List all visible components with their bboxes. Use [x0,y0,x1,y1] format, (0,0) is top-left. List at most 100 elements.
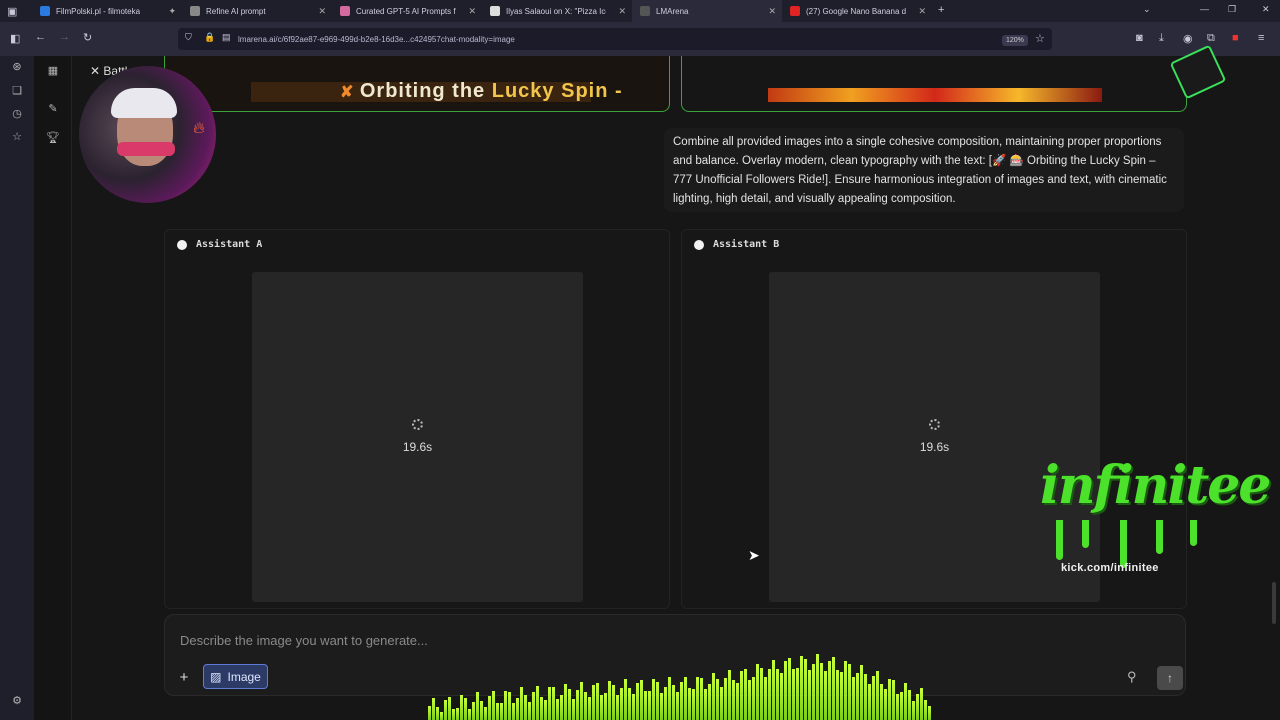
visualizer-bar [804,659,807,720]
mouse-cursor-icon: ➤ [748,547,760,563]
tab-close-icon[interactable]: ✕ [918,6,926,17]
browser-tab-6[interactable]: (27) Google Nano Banana do Fi ✕ [782,0,932,22]
reload-icon[interactable]: ↻ [83,31,92,44]
previous-title-plain: Orbiting the [359,80,486,102]
visualizer-bar [456,707,459,720]
bookmark-star-icon[interactable]: ☆ [1035,32,1045,45]
settings-gear-icon[interactable]: ⚙ [7,694,27,707]
visualizer-bar [856,673,859,720]
lock-icon[interactable]: 🔒 [204,32,215,43]
battle-x-icon: ✕ [90,64,104,78]
tab-close-icon[interactable]: ✕ [618,6,626,17]
visualizer-bar [808,669,811,720]
browser-tab-3[interactable]: Curated GPT-5 AI Prompts for S ✕ [332,0,482,22]
visualizer-bar [484,707,487,720]
browser-tab-5[interactable]: LMArena ✕ [632,0,782,22]
visualizer-bar [544,699,547,720]
maximize-icon[interactable]: ❐ [1228,4,1236,15]
visualizer-bar [812,663,815,720]
menu-icon[interactable]: ≡ [1258,32,1264,44]
new-tab-icon[interactable]: + [938,4,944,16]
visualizer-bar [540,696,543,720]
visualizer-bar [496,702,499,720]
minimize-icon[interactable]: — [1200,4,1209,14]
visualizer-bar [824,670,827,720]
tab-close-icon[interactable]: ✕ [318,6,326,17]
chatgpt-icon[interactable]: ⊛ [7,60,27,73]
back-icon[interactable]: ← [35,31,46,43]
trophy-icon[interactable]: 🏆︎ [43,131,63,144]
visualizer-bar [524,694,527,720]
new-chat-icon[interactable]: ✎ [43,102,63,115]
tab-close-icon[interactable]: ✦ [168,6,176,17]
tab-favicon [490,6,500,16]
visualizer-bar [608,680,611,720]
browser-tab-4[interactable]: Ilyas Salaoui on X: "Pizza Icons ✕ [482,0,632,22]
close-window-icon[interactable]: ✕ [1262,4,1270,15]
tab-close-icon[interactable]: ✕ [768,6,776,17]
visualizer-bar [888,678,891,720]
shield-icon[interactable]: ⛉ [185,32,192,43]
sidebar-toggle-icon[interactable]: ◧ [10,32,20,45]
tab-title: Ilyas Salaoui on X: "Pizza Icons [506,6,606,16]
scrollbar-thumb[interactable] [1272,582,1276,624]
tab-title: Curated GPT-5 AI Prompts for S [356,6,456,16]
clock-icon[interactable]: ◷ [7,107,27,120]
visualizer-bar [720,687,723,720]
visualizer-bar [892,680,895,720]
visualizer-bar [488,695,491,720]
browser-tab-2[interactable]: Refine AI prompt ✕ [182,0,332,22]
zoom-level[interactable]: 120% [1002,35,1028,46]
visualizer-bar [764,677,767,720]
visualizer-bar [816,654,819,720]
grid-icon[interactable]: ▦ [43,64,63,77]
prompt-input[interactable] [180,630,1080,650]
logo-drip [1190,520,1197,546]
visualizer-bar [452,708,455,720]
visualizer-bar [536,686,539,720]
magic-wand-icon[interactable]: ⚲ [1127,669,1137,685]
visualizer-bar [580,682,583,720]
visualizer-bar [436,707,439,720]
visualizer-bar [472,701,475,720]
visualizer-bar [500,703,503,720]
visualizer-bar [908,690,911,720]
visualizer-bar [868,683,871,720]
visualizer-bar [864,673,867,720]
visualizer-bar [552,687,555,720]
user-prompt-bubble: Combine all provided images into a singl… [664,128,1184,212]
logo-drip [1056,520,1063,560]
chevron-down-icon[interactable]: ⌄ [1143,4,1151,15]
image-mode-label: Image [227,669,261,684]
extension-red-icon[interactable]: ■ [1232,32,1239,44]
forward-icon[interactable]: → [59,31,70,43]
visualizer-bar [780,673,783,720]
visualizer-bar [772,659,775,720]
tab-title: Refine AI prompt [206,6,266,16]
visualizer-bar [512,703,515,720]
visualizer-bar [492,691,495,720]
visualizer-bar [900,692,903,720]
assistant-a-timer: 19.6s [402,440,433,454]
site-info-icon[interactable]: ▤ [222,32,231,43]
download-icon[interactable]: ⤓ [1159,32,1164,45]
visualizer-bar [884,688,887,720]
visualizer-bar [664,687,667,720]
profile-icon[interactable]: ◉ [1183,32,1193,45]
send-button[interactable]: ↑ [1157,666,1183,690]
star-icon[interactable]: ☆ [7,130,27,143]
camera-icon[interactable]: ◙ [1136,32,1143,44]
add-attachment-button[interactable]: + [173,667,195,689]
visualizer-bar [784,661,787,720]
visualizer-bar [792,669,795,720]
browser-tab-1[interactable]: FilmPolski.pl - filmoteka ✦ [32,0,182,22]
tab-close-icon[interactable]: ✕ [468,6,476,17]
tab-overview-icon[interactable]: ▣ [7,5,17,18]
visualizer-bar [800,655,803,720]
browser-toolbar: ◧ ← → ↻ ⛉ 🔒 ▤ [0,22,1280,56]
history-stack-icon[interactable]: ❏ [7,84,27,97]
image-mode-button[interactable]: ▨ Image [203,664,268,689]
previous-image-card-b[interactable] [681,56,1187,112]
tab-title: (27) Google Nano Banana do Fi [806,6,906,16]
extensions-icon[interactable]: ⧉ [1207,32,1215,45]
